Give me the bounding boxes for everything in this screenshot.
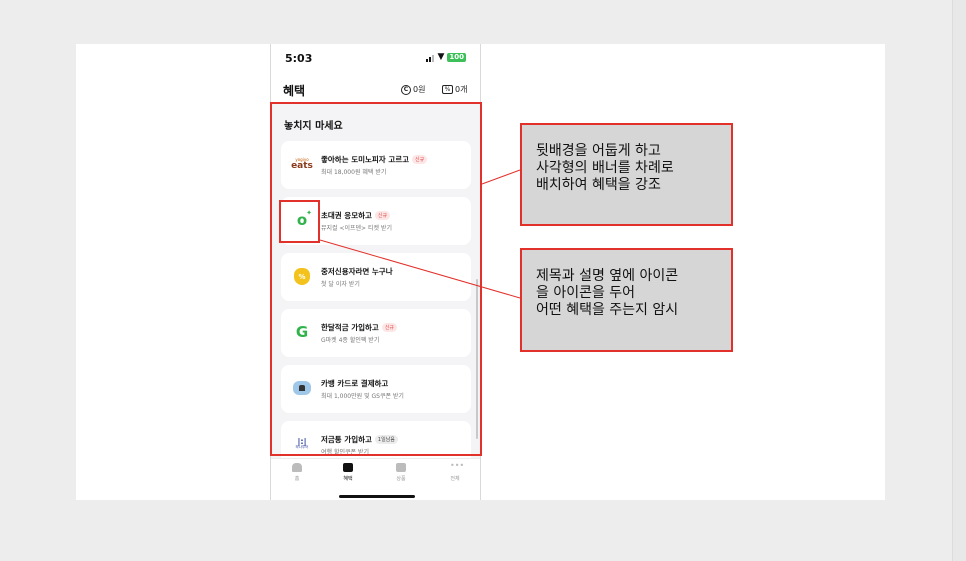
annotation-note-icon: 제목과 설명 옆에 아이콘 을 아이콘을 두어 어떤 혜택을 주는지 암시 bbox=[520, 248, 733, 352]
annotation-note-background: 뒷배경을 어둡게 하고 사각형의 배너를 차례로 배치하여 혜택을 강조 bbox=[520, 123, 733, 226]
callout-line-icon bbox=[319, 239, 521, 299]
callout-line-list bbox=[481, 169, 521, 185]
callout-lines bbox=[319, 169, 521, 299]
